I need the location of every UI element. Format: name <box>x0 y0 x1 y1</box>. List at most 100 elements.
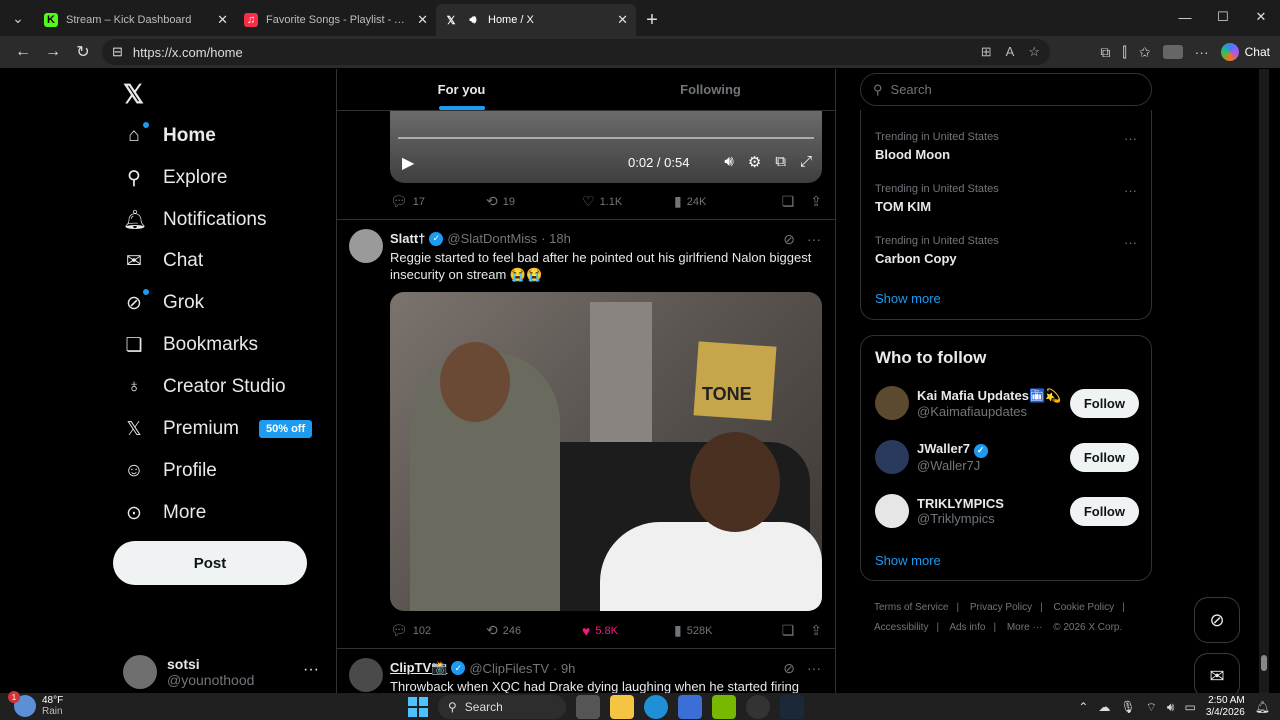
battery-icon[interactable]: ▭ <box>1184 700 1195 714</box>
footer-link-privacy[interactable]: Privacy Policy <box>970 602 1032 613</box>
profile-avatar-icon[interactable] <box>1162 45 1183 59</box>
fullscreen-icon[interactable]: ⤢ <box>800 153 812 171</box>
sidebar-item-creator-studio[interactable]: ♁ Creator Studio <box>123 367 286 407</box>
sidebar-item-home[interactable]: ⌂ Home <box>123 116 216 156</box>
split-screen-icon[interactable]: ⫿ <box>1122 44 1126 61</box>
site-info-icon[interactable]: ⊟ <box>112 44 123 60</box>
trend-item[interactable]: Trending in United States Blood Moon ··· <box>875 131 1137 162</box>
store-icon[interactable] <box>678 695 702 719</box>
favorite-star-icon[interactable]: ☆ <box>1028 44 1040 60</box>
sidebar-item-notifications[interactable]: 🔔︎ Notifications <box>123 200 267 240</box>
edge-icon[interactable] <box>644 695 668 719</box>
who-to-follow-show-more-link[interactable]: Show more <box>875 553 941 568</box>
forward-icon[interactable]: → <box>38 37 68 67</box>
footer-link-cookie[interactable]: Cookie Policy <box>1054 602 1115 613</box>
tab-actions-menu-icon[interactable]: ⌄ <box>0 0 36 36</box>
messages-floating-button[interactable]: ✉ <box>1194 653 1240 693</box>
sidebar-item-grok[interactable]: ⊘ Grok <box>123 283 204 323</box>
tweet-author-name[interactable]: ClipTV📸 <box>390 660 447 676</box>
tab-following[interactable]: Following <box>586 69 835 110</box>
favorites-icon[interactable]: ✩ <box>1139 44 1151 61</box>
maximize-icon[interactable]: ☐ <box>1204 0 1242 34</box>
chevron-up-icon[interactable]: ⌃ <box>1078 700 1088 714</box>
url-bar[interactable]: ⊟ https://x.com/home ⊞ A ☆ <box>102 39 1050 65</box>
video-progress-bar[interactable] <box>398 137 814 139</box>
browser-tab-kick[interactable]: K Stream – Kick Dashboard ✕ <box>36 4 236 36</box>
start-button[interactable] <box>408 697 428 717</box>
follow-button[interactable]: Follow <box>1069 442 1139 472</box>
bookmark-icon[interactable]: ❏ <box>782 622 795 639</box>
speaker-icon[interactable]: 🔊︎ <box>466 13 480 27</box>
steam-icon[interactable] <box>780 695 804 719</box>
footer-link-ads-info[interactable]: Ads info <box>949 622 985 633</box>
scrollbar-thumb[interactable] <box>1261 655 1267 671</box>
bookmark-icon[interactable]: ❏ <box>782 193 795 210</box>
tweet-time[interactable]: · 9h <box>553 661 575 676</box>
trend-item[interactable]: Trending in United States TOM KIM ··· <box>875 183 1137 214</box>
reply-button[interactable]: 💬︎ 102 <box>390 622 486 639</box>
footer-link-more[interactable]: More ··· <box>1007 622 1043 633</box>
follow-suggestion[interactable]: TRIKLYMPICS @Triklympics Follow <box>875 491 1139 531</box>
tweet-image[interactable]: TONE <box>390 292 822 611</box>
clock[interactable]: 2:50 AM 3/4/2026 <box>1206 695 1245 719</box>
tweet-author-name[interactable]: Slatt† <box>390 231 425 246</box>
browser-tab-apple-music[interactable]: ♫ Favorite Songs - Playlist - Apple Musi… <box>236 4 436 36</box>
task-view-icon[interactable] <box>576 695 600 719</box>
cloud-icon[interactable]: ☁ <box>1098 700 1110 714</box>
notifications-icon[interactable]: 🔔︎ <box>1255 700 1270 714</box>
search-input[interactable]: ⚲ Search <box>860 73 1152 106</box>
like-button[interactable]: ♥ 5.8K <box>582 623 674 639</box>
sidebar-item-bookmarks[interactable]: ❏ Bookmarks <box>123 325 258 365</box>
volume-icon[interactable]: 🔊︎ <box>1167 700 1175 715</box>
footer-link-terms[interactable]: Terms of Service <box>874 602 948 613</box>
follow-button[interactable]: Follow <box>1069 496 1139 526</box>
microphone-icon[interactable]: 🎙︎ <box>1120 700 1135 714</box>
share-icon[interactable]: ⇪ <box>810 622 822 639</box>
nvidia-icon[interactable] <box>712 695 736 719</box>
follow-suggestion[interactable]: Kai Mafia Updates🛅💫 @Kaimafiaupdates Fol… <box>875 383 1139 423</box>
account-more-icon[interactable]: ··· <box>303 661 319 679</box>
views-button[interactable]: ▮ 528K <box>674 622 770 639</box>
sidebar-item-more[interactable]: ⊙ More <box>123 493 206 533</box>
apps-icon[interactable]: ⊞ <box>981 44 992 60</box>
new-tab-button[interactable]: + <box>636 4 668 36</box>
video-player[interactable]: ▶ 0:02 / 0:54 🔊︎ ⚙ ⧉ ⤢ <box>390 111 822 183</box>
sidebar-item-chat[interactable]: ✉ Chat <box>123 241 203 281</box>
pip-icon[interactable]: ⧉ <box>775 153 786 171</box>
page-scrollbar[interactable] <box>1259 69 1269 693</box>
back-icon[interactable]: ← <box>8 37 38 67</box>
file-explorer-icon[interactable] <box>610 695 634 719</box>
follow-button[interactable]: Follow <box>1069 388 1139 418</box>
trend-item[interactable]: Trending in United States Carbon Copy ··… <box>875 235 1137 266</box>
volume-icon[interactable]: 🔊︎ <box>724 153 733 171</box>
settings-more-icon[interactable]: ··· <box>1195 44 1209 60</box>
like-button[interactable]: ♡ 1.1K <box>582 193 674 210</box>
browser-tab-x-home[interactable]: 𝕏 🔊︎ Home / X ✕ <box>436 4 636 36</box>
grok-explain-icon[interactable]: ⊘ <box>783 660 795 677</box>
trends-show-more-link[interactable]: Show more <box>875 291 941 306</box>
close-tab-icon[interactable]: ✕ <box>417 12 428 28</box>
trend-more-icon[interactable]: ··· <box>1124 183 1137 198</box>
close-tab-icon[interactable]: ✕ <box>217 12 228 28</box>
close-window-icon[interactable]: ✕ <box>1242 0 1280 34</box>
taskbar-search[interactable]: ⚲ Search <box>438 695 566 719</box>
video-settings-icon[interactable]: ⚙ <box>748 153 761 171</box>
trend-more-icon[interactable]: ··· <box>1124 235 1137 250</box>
sidebar-item-profile[interactable]: ☺ Profile <box>123 451 217 491</box>
repost-button[interactable]: ⟲ 246 <box>486 622 582 639</box>
avatar[interactable] <box>349 658 383 692</box>
grok-explain-icon[interactable]: ⊘ <box>783 231 795 248</box>
reply-button[interactable]: 💬︎ 17 <box>390 193 486 210</box>
tweet-more-icon[interactable]: ··· <box>807 660 821 677</box>
follow-suggestion[interactable]: JWaller7 ✓ @Waller7J Follow <box>875 437 1139 477</box>
share-icon[interactable]: ⇪ <box>810 193 822 210</box>
x-logo-icon[interactable]: 𝕏 <box>123 79 144 110</box>
refresh-icon[interactable]: ↻ <box>68 37 98 67</box>
tweet-author-handle[interactable]: @ClipFilesTV <box>469 661 549 676</box>
avatar[interactable] <box>349 229 383 263</box>
tweet-time[interactable]: · 18h <box>541 231 571 246</box>
weather-widget[interactable]: 1 48°F Rain <box>8 691 63 717</box>
tweet-more-icon[interactable]: ··· <box>807 231 821 248</box>
tweet-author-handle[interactable]: @SlatDontMiss <box>447 231 537 246</box>
post-button[interactable]: Post <box>113 541 307 585</box>
